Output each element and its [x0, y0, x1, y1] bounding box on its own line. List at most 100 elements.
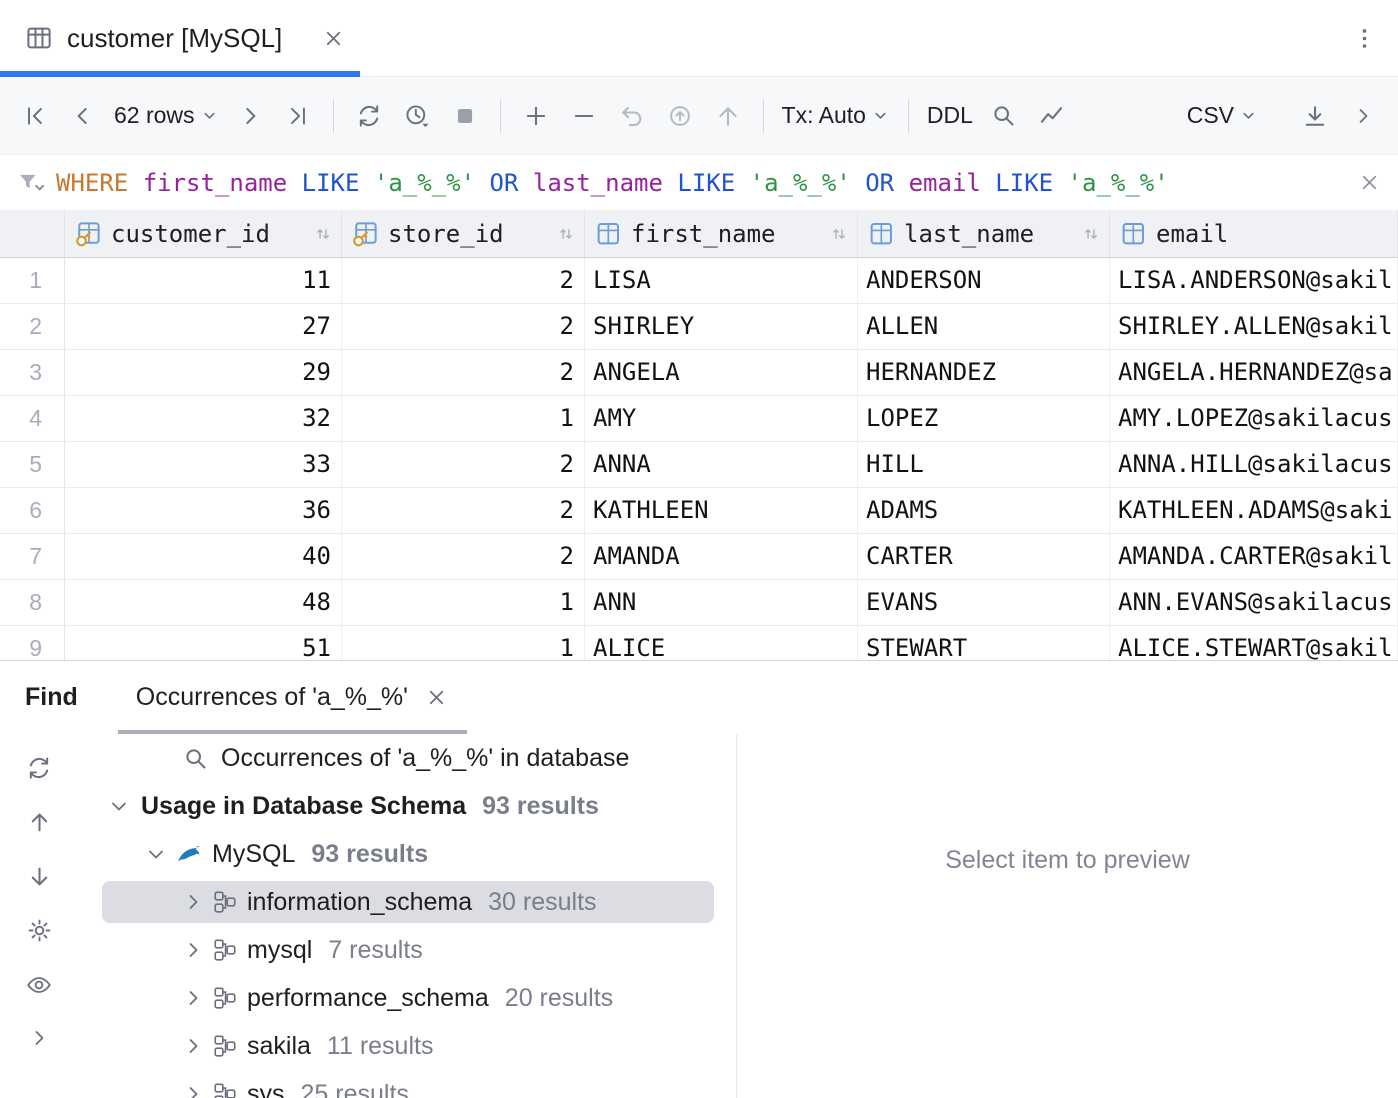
cell-email[interactable]: SHIRLEY.ALLEN@sakil	[1110, 304, 1398, 349]
cell-store_id[interactable]: 2	[342, 488, 585, 533]
cell-customer_id[interactable]: 33	[65, 442, 342, 487]
cell-customer_id[interactable]: 29	[65, 350, 342, 395]
transaction-mode-selector[interactable]: Tx: Auto	[776, 93, 896, 139]
tree-item-mysql[interactable]: MySQL93 results	[78, 830, 736, 878]
chevron-right-icon[interactable]	[180, 890, 206, 914]
tree-item-mysql[interactable]: mysql7 results	[78, 926, 736, 974]
column-header-email[interactable]: email	[1110, 210, 1398, 257]
filter-close-icon[interactable]	[1357, 170, 1382, 195]
cell-first_name[interactable]: ANN	[585, 580, 858, 625]
cell-store_id[interactable]: 1	[342, 626, 585, 660]
sort-icon[interactable]	[313, 224, 333, 244]
chevron-right-icon[interactable]	[180, 1082, 206, 1098]
row-number[interactable]: 8	[0, 580, 65, 625]
cell-email[interactable]: ANN.EVANS@sakilacus	[1110, 580, 1398, 625]
cell-customer_id[interactable]: 51	[65, 626, 342, 660]
cell-customer_id[interactable]: 32	[65, 396, 342, 441]
cell-store_id[interactable]: 2	[342, 258, 585, 303]
cell-store_id[interactable]: 1	[342, 580, 585, 625]
cell-first_name[interactable]: ALICE	[585, 626, 858, 660]
tree-item-sakila[interactable]: sakila11 results	[78, 1022, 736, 1070]
previous-occurrence-icon[interactable]	[26, 809, 53, 836]
submit-button[interactable]	[657, 93, 703, 139]
cell-first_name[interactable]: AMANDA	[585, 534, 858, 579]
more-menu-icon[interactable]	[1351, 25, 1378, 52]
cell-last_name[interactable]: ALLEN	[858, 304, 1110, 349]
chart-button[interactable]	[1029, 93, 1075, 139]
next-page-button[interactable]	[227, 93, 273, 139]
row-number[interactable]: 4	[0, 396, 65, 441]
column-header-last_name[interactable]: last_name	[858, 210, 1110, 257]
export-format-selector[interactable]: CSV	[1181, 93, 1264, 139]
sort-icon[interactable]	[829, 224, 849, 244]
find-in-grid-button[interactable]	[981, 93, 1027, 139]
tree-item-usage-in-database-schema[interactable]: Usage in Database Schema93 results	[78, 782, 736, 830]
delete-row-button[interactable]	[561, 93, 607, 139]
query-history-button[interactable]	[394, 93, 440, 139]
row-number[interactable]: 3	[0, 350, 65, 395]
cell-last_name[interactable]: CARTER	[858, 534, 1110, 579]
preview-eye-icon[interactable]	[25, 971, 53, 999]
cell-store_id[interactable]: 2	[342, 442, 585, 487]
sort-icon[interactable]	[1081, 224, 1101, 244]
cell-email[interactable]: LISA.ANDERSON@sakil	[1110, 258, 1398, 303]
cell-last_name[interactable]: HERNANDEZ	[858, 350, 1110, 395]
cell-last_name[interactable]: ANDERSON	[858, 258, 1110, 303]
cell-first_name[interactable]: LISA	[585, 258, 858, 303]
ddl-button[interactable]: DDL	[921, 93, 979, 139]
cell-first_name[interactable]: ANGELA	[585, 350, 858, 395]
row-number[interactable]: 6	[0, 488, 65, 533]
cell-last_name[interactable]: STEWART	[858, 626, 1110, 660]
tree-item-information_schema[interactable]: information_schema30 results	[78, 878, 736, 926]
cell-email[interactable]: ALICE.STEWART@sakil	[1110, 626, 1398, 660]
column-header-customer_id[interactable]: customer_id	[65, 210, 342, 257]
cell-email[interactable]: ANGELA.HERNANDEZ@sa	[1110, 350, 1398, 395]
cell-customer_id[interactable]: 27	[65, 304, 342, 349]
page-size-selector[interactable]: 62 rows	[108, 93, 225, 139]
cell-store_id[interactable]: 2	[342, 350, 585, 395]
stop-button[interactable]	[442, 93, 488, 139]
filter-expression[interactable]: WHERE first_name LIKE 'a_%_%' OR last_na…	[56, 169, 1347, 197]
row-number[interactable]: 9	[0, 626, 65, 660]
row-number[interactable]: 7	[0, 534, 65, 579]
cell-email[interactable]: AMANDA.CARTER@sakil	[1110, 534, 1398, 579]
rerun-search-icon[interactable]	[25, 754, 53, 782]
cell-store_id[interactable]: 1	[342, 396, 585, 441]
cell-last_name[interactable]: EVANS	[858, 580, 1110, 625]
cell-first_name[interactable]: SHIRLEY	[585, 304, 858, 349]
close-icon[interactable]	[424, 685, 449, 710]
chevron-right-icon[interactable]	[180, 938, 206, 962]
column-header-first_name[interactable]: first_name	[585, 210, 858, 257]
chevron-right-icon[interactable]	[180, 986, 206, 1010]
chevron-right-icon[interactable]	[180, 1034, 206, 1058]
cell-customer_id[interactable]: 40	[65, 534, 342, 579]
cell-last_name[interactable]: LOPEZ	[858, 396, 1110, 441]
chevron-down-icon[interactable]	[143, 842, 169, 866]
add-row-button[interactable]	[513, 93, 559, 139]
chevron-down-icon[interactable]	[106, 794, 132, 818]
previous-page-button[interactable]	[60, 93, 106, 139]
cell-customer_id[interactable]: 36	[65, 488, 342, 533]
expand-icon[interactable]	[27, 1026, 51, 1050]
grid-corner[interactable]	[0, 210, 65, 257]
last-page-button[interactable]	[275, 93, 321, 139]
cell-customer_id[interactable]: 48	[65, 580, 342, 625]
next-occurrence-icon[interactable]	[26, 863, 53, 890]
row-number[interactable]: 2	[0, 304, 65, 349]
column-header-store_id[interactable]: store_id	[342, 210, 585, 257]
tab-customer-mysql[interactable]: customer [MySQL]	[0, 0, 360, 76]
push-button[interactable]	[705, 93, 751, 139]
cell-first_name[interactable]: KATHLEEN	[585, 488, 858, 533]
row-number[interactable]: 5	[0, 442, 65, 487]
row-number[interactable]: 1	[0, 258, 65, 303]
tab-close-icon[interactable]	[321, 26, 346, 51]
tree-item-sys[interactable]: sys25 results	[78, 1070, 736, 1098]
cell-last_name[interactable]: HILL	[858, 442, 1110, 487]
cell-email[interactable]: KATHLEEN.ADAMS@saki	[1110, 488, 1398, 533]
cell-customer_id[interactable]: 11	[65, 258, 342, 303]
gear-icon[interactable]	[26, 917, 53, 944]
cell-first_name[interactable]: AMY	[585, 396, 858, 441]
filter-icon[interactable]	[16, 169, 46, 197]
first-page-button[interactable]	[12, 93, 58, 139]
revert-changes-button[interactable]	[609, 93, 655, 139]
